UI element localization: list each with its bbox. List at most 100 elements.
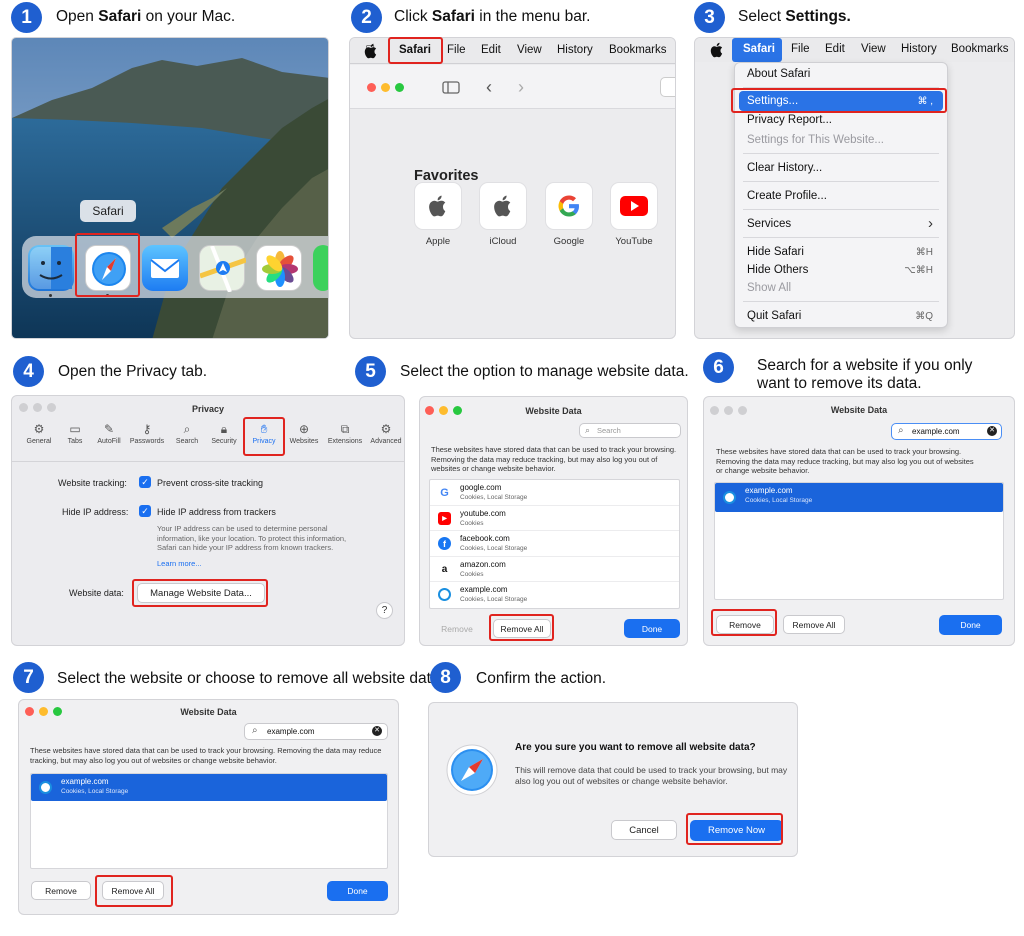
mail-icon[interactable] <box>142 245 188 291</box>
menu-view[interactable]: View <box>517 44 542 56</box>
hideip-option: Hide IP address from trackers <box>157 507 276 517</box>
menu-item-about[interactable]: About Safari <box>747 68 810 80</box>
highlight-box <box>686 813 783 845</box>
tracking-checkbox[interactable]: ✓ <box>139 476 151 488</box>
search-value: example.com <box>267 727 315 736</box>
window-controls[interactable] <box>367 83 404 92</box>
messages-icon[interactable] <box>313 245 328 291</box>
running-indicator <box>49 294 52 297</box>
facebook-logo-icon: f <box>438 537 451 550</box>
search-input[interactable]: ⌕ example.com ✕ <box>891 423 1002 440</box>
tab-tabs[interactable]: ▭ Tabs <box>57 422 93 445</box>
apple-logo-icon[interactable] <box>710 42 724 58</box>
menu-edit[interactable]: Edit <box>481 44 501 56</box>
menu-file[interactable]: File <box>791 43 810 55</box>
forward-icon[interactable]: › <box>518 77 524 98</box>
google-logo-icon <box>558 195 579 217</box>
favorite-label: Apple <box>425 236 451 247</box>
menu-item-privacy-report[interactable]: Privacy Report... <box>747 114 832 126</box>
step-title: Open Safari on your Mac. <box>56 8 236 25</box>
back-icon[interactable]: ‹ <box>486 77 492 98</box>
menu-shortcut: ⌘H <box>915 247 933 258</box>
tab-security[interactable]: 🔒︎ Security <box>206 422 242 445</box>
hideip-checkbox[interactable]: ✓ <box>139 505 151 517</box>
menu-item-settings-website: Settings for This Website... <box>747 134 884 146</box>
tab-advanced[interactable]: ⚙ Advanced <box>367 422 404 445</box>
remove-all-button[interactable]: Remove All <box>783 615 845 634</box>
menu-item-services[interactable]: Services <box>747 218 791 230</box>
divider <box>12 461 404 462</box>
menu-safari[interactable]: Safari <box>743 43 775 55</box>
site-name: example.com <box>460 585 508 594</box>
list-item[interactable]: a amazon.com Cookies <box>430 557 679 582</box>
learn-more-link[interactable]: Learn more... <box>157 559 202 568</box>
highlight-box <box>243 417 285 456</box>
address-bar[interactable] <box>660 77 675 97</box>
site-detail: Cookies <box>460 570 484 578</box>
site-name: amazon.com <box>460 559 506 569</box>
favorite-google[interactable]: Google <box>545 182 593 247</box>
done-button[interactable]: Done <box>624 619 680 638</box>
menu-bookmarks[interactable]: Bookmarks <box>951 43 1009 55</box>
sidebar-icon[interactable] <box>442 81 460 94</box>
menu-separator <box>743 209 939 210</box>
tab-websites[interactable]: ⊕ Websites <box>286 422 322 445</box>
tab-search[interactable]: ⌕ Search <box>169 422 205 445</box>
maps-icon[interactable] <box>199 245 247 293</box>
search-icon: ⌕ <box>252 725 258 736</box>
window-title: Privacy <box>191 404 225 414</box>
step-number: 2 <box>351 2 382 33</box>
photos-icon[interactable] <box>256 245 302 291</box>
list-item[interactable]: ▶ youtube.com Cookies <box>430 506 679 531</box>
menu-item-clear-history[interactable]: Clear History... <box>747 162 822 174</box>
favorite-apple[interactable]: Apple <box>414 182 462 247</box>
menu-bookmarks[interactable]: Bookmarks <box>609 44 667 56</box>
apple-logo-icon <box>494 195 511 217</box>
menu-item-create-profile[interactable]: Create Profile... <box>747 190 827 202</box>
menu-edit[interactable]: Edit <box>825 43 845 55</box>
confirm-title: Are you sure you want to remove all webs… <box>515 742 756 753</box>
list-item[interactable]: Ggoogle.com Cookies, Local Storage <box>430 480 679 506</box>
menu-item-hide-safari[interactable]: Hide Safari <box>747 246 804 258</box>
tab-label: General <box>26 438 52 445</box>
dock-tooltip: Safari <box>80 200 136 222</box>
step-title: Confirm the action. <box>476 670 607 687</box>
done-button[interactable]: Done <box>939 615 1002 635</box>
menu-file[interactable]: File <box>447 44 466 56</box>
list-item-selected[interactable]: example.com Cookies, Local Storage <box>715 483 1003 512</box>
done-button[interactable]: Done <box>327 881 388 901</box>
menu-history[interactable]: History <box>557 44 593 56</box>
tabs-icon: ▭ <box>69 422 81 436</box>
tab-autofill[interactable]: ✎ AutoFill <box>91 422 127 445</box>
cancel-button[interactable]: Cancel <box>611 820 677 840</box>
apple-logo-icon[interactable] <box>364 43 378 59</box>
favorite-label: YouTube <box>615 236 653 247</box>
clear-search-icon[interactable]: ✕ <box>987 426 997 436</box>
clear-search-icon[interactable]: ✕ <box>372 726 382 736</box>
finder-icon[interactable] <box>28 245 74 291</box>
favorite-icloud[interactable]: iCloud <box>479 182 527 247</box>
search-input[interactable]: ⌕ Search <box>579 423 681 438</box>
window-title: Website Data <box>830 405 888 415</box>
tab-extensions[interactable]: ⧉ Extensions <box>326 422 364 445</box>
list-item[interactable]: example.com Cookies, Local Storage <box>430 582 679 608</box>
menu-history[interactable]: History <box>901 43 937 55</box>
favorite-youtube[interactable]: YouTube <box>610 182 658 247</box>
list-item-selected[interactable]: example.com Cookies, Local Storage <box>31 774 387 801</box>
menu-item-hide-others[interactable]: Hide Others <box>747 264 808 276</box>
list-item[interactable]: f facebook.com Cookies, Local Storage <box>430 531 679 557</box>
tab-general[interactable]: ⚙ General <box>21 422 57 445</box>
search-input[interactable]: ⌕ example.com ✕ <box>244 723 388 740</box>
tab-label: Search <box>175 438 199 445</box>
search-placeholder: Search <box>597 426 621 435</box>
help-button[interactable]: ? <box>376 602 393 619</box>
hideip-info: Your IP address can be used to determine… <box>157 524 347 552</box>
menu-separator <box>743 153 939 154</box>
remove-button[interactable]: Remove <box>31 881 91 900</box>
remove-button: Remove <box>441 623 473 634</box>
tab-passwords[interactable]: ⚷ Passwords <box>129 422 165 445</box>
menu-view[interactable]: View <box>861 43 886 55</box>
site-detail: Cookies, Local Storage <box>460 596 528 603</box>
website-data-window: Website Data ⌕ Search These websites hav… <box>419 396 688 646</box>
menu-item-quit[interactable]: Quit Safari <box>747 310 801 322</box>
